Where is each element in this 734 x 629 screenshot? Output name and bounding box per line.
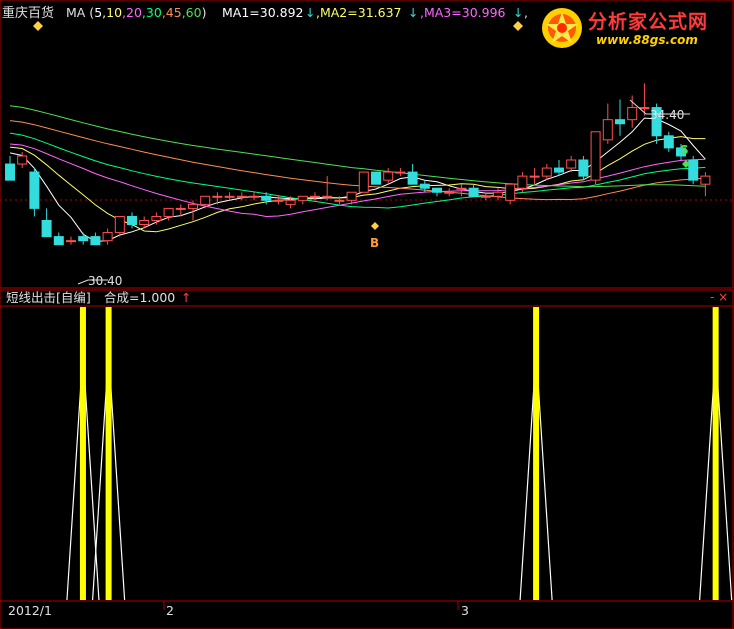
candle-body xyxy=(66,240,76,243)
candle-body xyxy=(102,232,113,242)
candle xyxy=(590,131,601,185)
candle-body xyxy=(688,159,699,181)
indicator-arrow-icon: ↑ xyxy=(181,290,191,305)
buy-signal-label: B xyxy=(370,236,379,250)
candle-body xyxy=(432,187,442,193)
signal-bar xyxy=(105,307,112,600)
candle-body xyxy=(17,155,28,165)
xaxis-strip xyxy=(0,600,734,629)
candle-body xyxy=(114,215,125,234)
ma-legend-suffix: ) xyxy=(202,5,207,20)
candle-body xyxy=(615,119,625,125)
candle-body xyxy=(285,199,296,205)
ma3-arrow-icon: ↓ xyxy=(513,5,523,20)
candle-body xyxy=(41,219,52,238)
candle-body xyxy=(505,183,516,201)
logo-title: 分析家公式网 xyxy=(588,11,709,33)
candle-body xyxy=(602,119,613,141)
candle-body xyxy=(663,135,674,149)
candle-body xyxy=(212,195,223,198)
xaxis-label-mar: 3 xyxy=(461,603,469,618)
signal-bar xyxy=(79,307,86,600)
ma1-arrow-icon: ↓ xyxy=(305,5,315,20)
indicator-value: 合成=1.000 xyxy=(104,290,175,305)
candle-body xyxy=(163,207,174,217)
candle-body xyxy=(566,159,577,169)
ma-period-60: ,60 xyxy=(182,5,202,20)
candle-body xyxy=(371,171,381,185)
xaxis-label-jan: 2012/1 xyxy=(8,603,52,618)
candle-body xyxy=(175,207,186,210)
candle-body xyxy=(419,183,430,189)
candle-body xyxy=(456,187,467,190)
low-price-label: 30.40 xyxy=(88,274,122,288)
candle-body xyxy=(627,107,638,121)
ma-legend: MA (5,10,20,30,45,60) xyxy=(66,5,206,20)
candle-body xyxy=(249,195,259,198)
candle xyxy=(688,155,699,185)
ma2-value: ,MA2=31.637 xyxy=(316,5,401,20)
candle xyxy=(371,171,381,185)
signal-bar xyxy=(533,307,540,600)
indicator-window-controls[interactable]: - × xyxy=(710,290,728,304)
candle-body xyxy=(517,175,528,189)
candle-body xyxy=(139,219,150,226)
stock-name: 重庆百货 xyxy=(2,5,54,21)
candle-body xyxy=(188,203,198,209)
star-flower-icon xyxy=(542,8,582,48)
logo-url: www.88gs.com xyxy=(596,33,698,47)
indicator-title: 短线出击[自编] xyxy=(6,290,91,305)
candle-body xyxy=(578,159,589,177)
stock-chart-canvas: 重庆百货 MA (5,10,20,30,45,60) MA1=30.892 ↓ … xyxy=(0,0,734,629)
candle-body xyxy=(29,171,40,209)
candle-body xyxy=(151,215,162,221)
candle-body xyxy=(407,171,418,185)
site-logo[interactable]: 分析家公式网 www.88gs.com xyxy=(536,4,726,54)
signal-bar xyxy=(712,307,719,600)
ma-period-45: ,45 xyxy=(162,5,182,20)
candle-body xyxy=(5,163,15,181)
candle-body xyxy=(493,191,503,197)
high-price-label: 34.40 xyxy=(650,108,684,122)
candle-body xyxy=(127,215,137,226)
candle-body xyxy=(261,195,272,201)
ma-trailing-comma: , xyxy=(524,5,528,20)
ma1-value: MA1=30.892 xyxy=(222,5,304,20)
candle-body xyxy=(346,191,357,201)
ma3-value: ,MA3=30.996 xyxy=(420,5,506,20)
candle-body xyxy=(700,175,711,185)
candle-body xyxy=(90,236,101,246)
ma-legend-prefix: MA ( xyxy=(66,5,94,20)
ma-period-5: 5 xyxy=(94,5,102,20)
candle-body xyxy=(224,195,235,198)
xaxis-label-feb: 2 xyxy=(166,603,174,618)
ma-period-20: ,20 xyxy=(122,5,142,20)
ma-period-10: ,10 xyxy=(102,5,122,20)
candle xyxy=(358,171,369,193)
candle-body xyxy=(529,175,540,178)
candle-body xyxy=(273,199,284,202)
candle-body xyxy=(310,195,320,198)
candle-body xyxy=(554,167,564,173)
candle-body xyxy=(541,167,552,177)
candle-body xyxy=(322,195,333,198)
candle-body xyxy=(334,199,345,202)
candle-body xyxy=(468,187,479,197)
candle-body xyxy=(383,171,394,181)
candle-body xyxy=(444,191,455,194)
candle-body xyxy=(200,195,211,205)
ma2-arrow-icon: ↓ xyxy=(408,5,418,20)
candle-body xyxy=(236,195,247,198)
candle-body xyxy=(395,171,406,174)
candle-body xyxy=(480,195,491,198)
candle-body xyxy=(297,195,308,201)
candle-body xyxy=(53,236,64,246)
candle-body xyxy=(78,236,89,242)
ma-period-30: ,30 xyxy=(142,5,162,20)
sell-signal-label: S xyxy=(680,143,689,157)
candle-body xyxy=(639,107,650,110)
candle-body xyxy=(358,171,369,193)
candle-body xyxy=(590,131,601,181)
candle xyxy=(578,155,589,181)
